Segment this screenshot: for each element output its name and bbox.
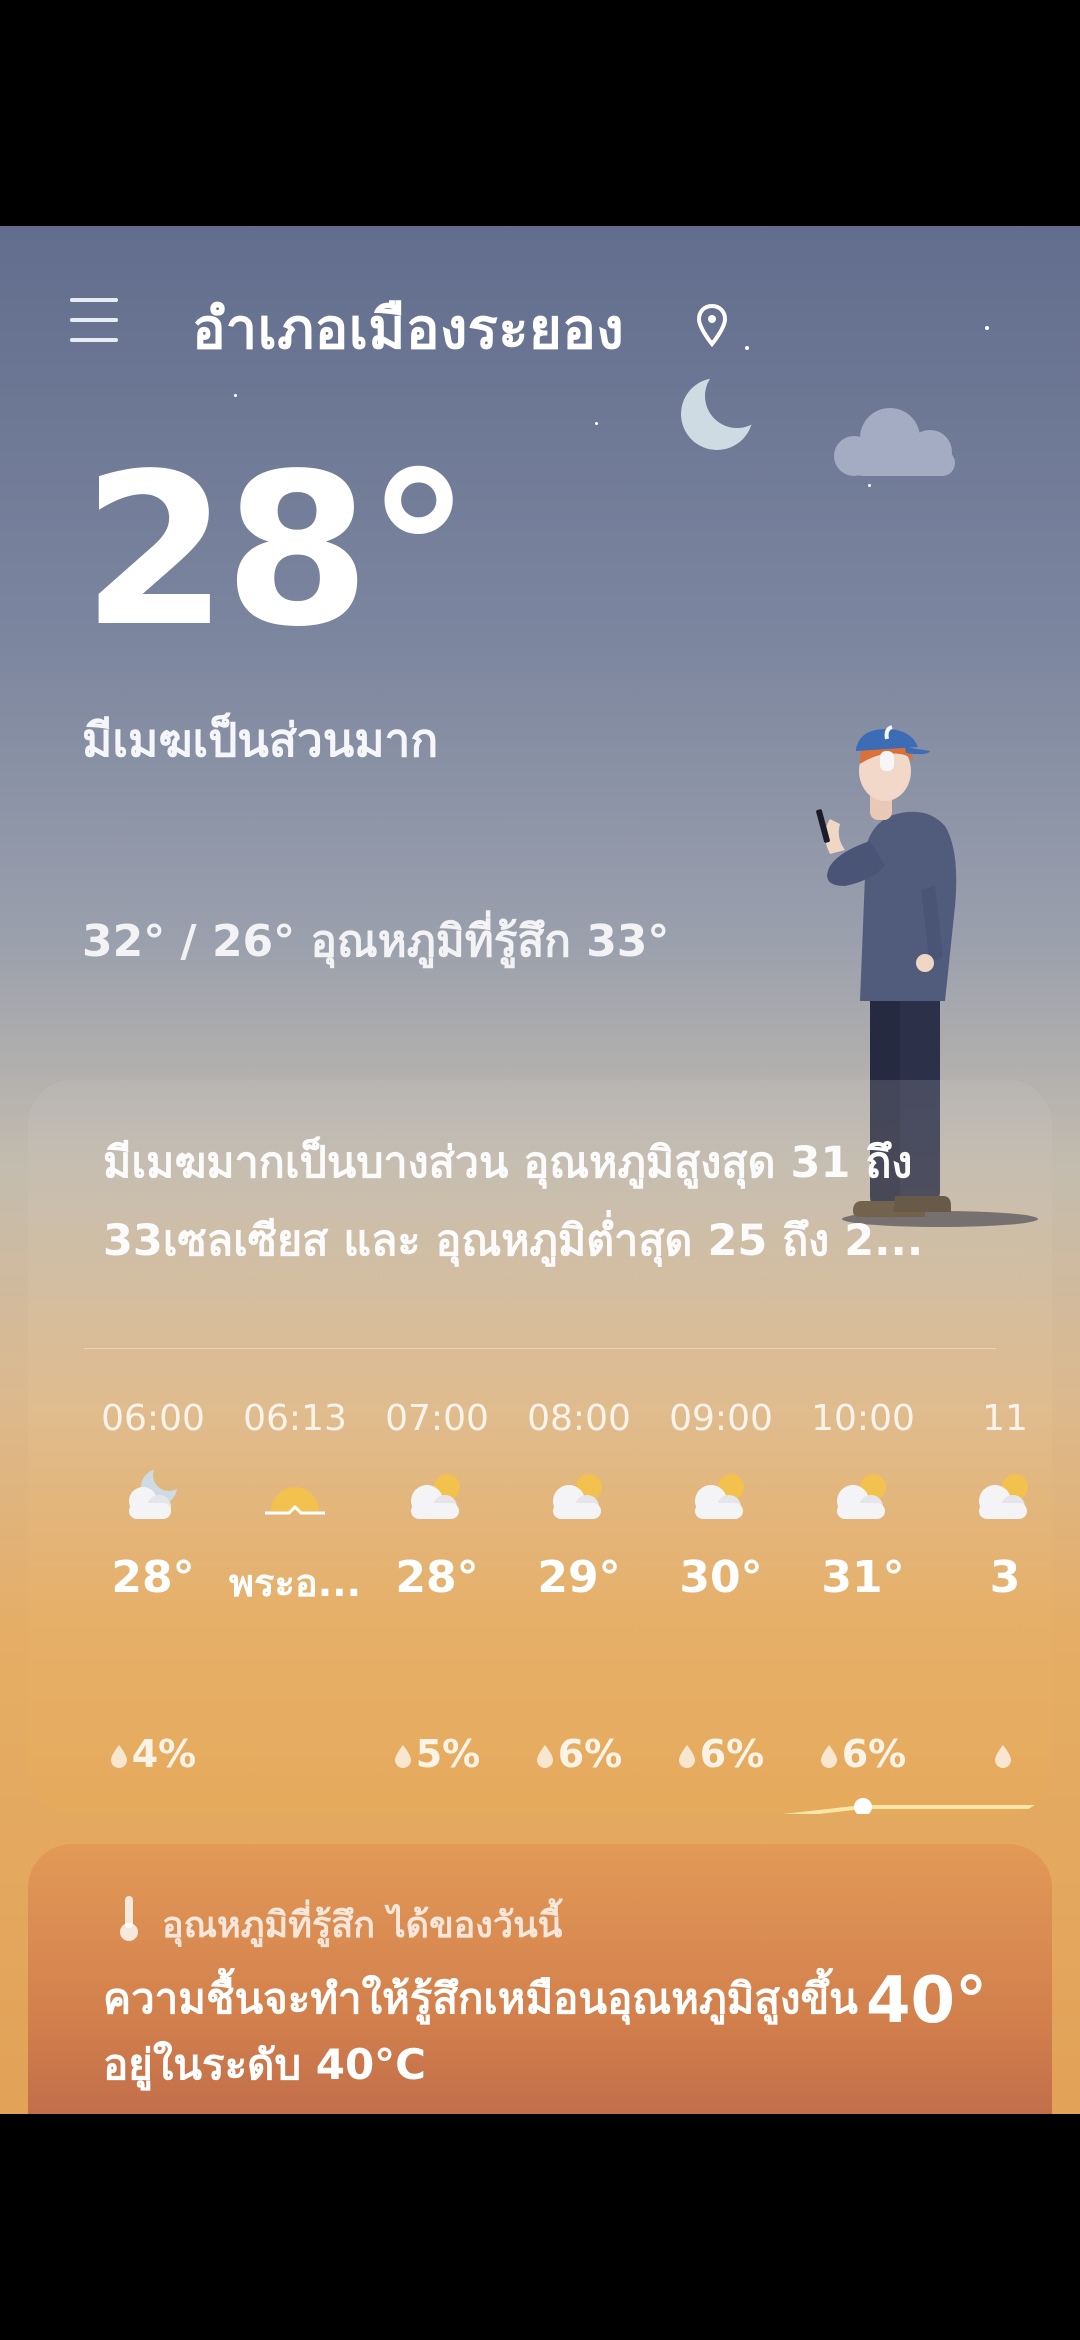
hour-temperature: 29° (537, 1552, 621, 1603)
sunrise-icon (265, 1487, 325, 1515)
hourly-item[interactable]: 07:00 28° 5% (367, 1080, 507, 1814)
hourly-item[interactable]: 08:00 29° 6% (509, 1080, 649, 1814)
feels-like-card[interactable]: อุณหภูมิที่รู้สึก ได้ของวันนี้ ความชื้นจ… (28, 1844, 1052, 2114)
raindrop-icon (394, 1745, 411, 1768)
raindrop-icon (678, 1745, 695, 1768)
thermometer-icon (120, 1896, 138, 1941)
hour-temperature: พระอ... (229, 1561, 361, 1605)
hour-time: 10:00 (811, 1398, 915, 1439)
feels-like-description: ความชื้นจะทำให้รู้สึกเหมือนอุณหภูมิสูงขึ… (103, 1974, 858, 2089)
hourly-scroll-strip[interactable]: 06:00 28° 4% 06:13 พระอ... 07:00 28° 5% … (28, 1080, 1052, 1814)
raindrop-icon (536, 1745, 553, 1768)
sun-cloud-icon (837, 1474, 886, 1519)
hourly-item[interactable]: 11 3 (935, 1080, 1052, 1814)
sun-cloud-icon (695, 1474, 744, 1519)
weather-screen: อำเภอเมืองระยอง 28° มีเมฆเป็นส่วนมาก 32°… (0, 226, 1080, 2114)
high-low-feels-like: 32° / 26° อุณหภูมิที่รู้สึก 33° (82, 916, 670, 967)
menu-button[interactable] (70, 296, 120, 346)
star-decoration (234, 394, 237, 397)
star-decoration (745, 346, 749, 350)
raindrop-icon (110, 1745, 127, 1768)
hour-temperature: 30° (679, 1552, 763, 1603)
hour-time: 06:00 (101, 1398, 205, 1439)
location-title[interactable]: อำเภอเมืองระยอง (192, 284, 624, 373)
hour-time: 06:13 (243, 1398, 347, 1439)
hour-rain-chance: 4% (83, 1732, 223, 1776)
hamburger-menu-icon (70, 338, 118, 342)
hour-temperature: 28° (111, 1552, 195, 1603)
hour-temperature: 31° (821, 1552, 905, 1603)
hour-temperature: 28° (395, 1552, 479, 1603)
hour-time: 08:00 (527, 1398, 631, 1439)
hour-time: 11 (982, 1398, 1028, 1439)
feels-like-label: อุณหภูมิที่รู้สึก ได้ของวันนี้ (162, 1905, 563, 1946)
cloud-icon (834, 408, 955, 476)
hourly-item[interactable]: 09:00 30° 6% (651, 1080, 791, 1814)
hour-rain-chance: 6% (793, 1732, 933, 1776)
rain-percent: 6% (699, 1732, 765, 1776)
moon-cloud-icon (129, 1469, 177, 1519)
current-temperature: 28° (82, 428, 471, 673)
sun-cloud-icon (553, 1474, 602, 1519)
rain-percent: 6% (557, 1732, 623, 1776)
hourly-forecast-card[interactable]: มีเมฆมากเป็นบางส่วน อุณหภูมิสูงสุด 31 ถึ… (28, 1080, 1052, 1814)
raindrop-icon (820, 1745, 837, 1768)
weather-condition: มีเมฆเป็นส่วนมาก (82, 713, 439, 767)
raindrop-icon (995, 1745, 1011, 1768)
hour-time: 07:00 (385, 1398, 489, 1439)
moon-icon (681, 378, 753, 450)
hour-temperature: 3 (989, 1552, 1021, 1603)
star-decoration (868, 484, 871, 487)
rain-percent: 6% (841, 1732, 907, 1776)
hourly-item[interactable]: 10:00 31° 6% (793, 1080, 933, 1814)
hourly-item[interactable]: 06:13 พระอ... (225, 1080, 365, 1814)
sun-cloud-icon (979, 1474, 1028, 1519)
star-decoration (595, 422, 598, 425)
location-pin-icon[interactable] (697, 304, 727, 348)
hour-rain-chance: 6% (651, 1732, 791, 1776)
hourly-item[interactable]: 06:00 28° 4% (83, 1080, 223, 1814)
rain-percent: 5% (415, 1732, 481, 1776)
hour-rain-chance: 6% (509, 1732, 649, 1776)
hour-rain-chance: 5% (367, 1732, 507, 1776)
feels-like-value: 40° (866, 1964, 988, 2038)
hour-rain-chance (935, 1732, 1052, 1776)
hamburger-menu-icon (70, 298, 118, 302)
hour-time: 09:00 (669, 1398, 773, 1439)
sun-cloud-icon (411, 1474, 460, 1519)
hamburger-menu-icon (70, 318, 118, 322)
star-decoration (985, 326, 989, 330)
rain-percent: 4% (131, 1732, 197, 1776)
